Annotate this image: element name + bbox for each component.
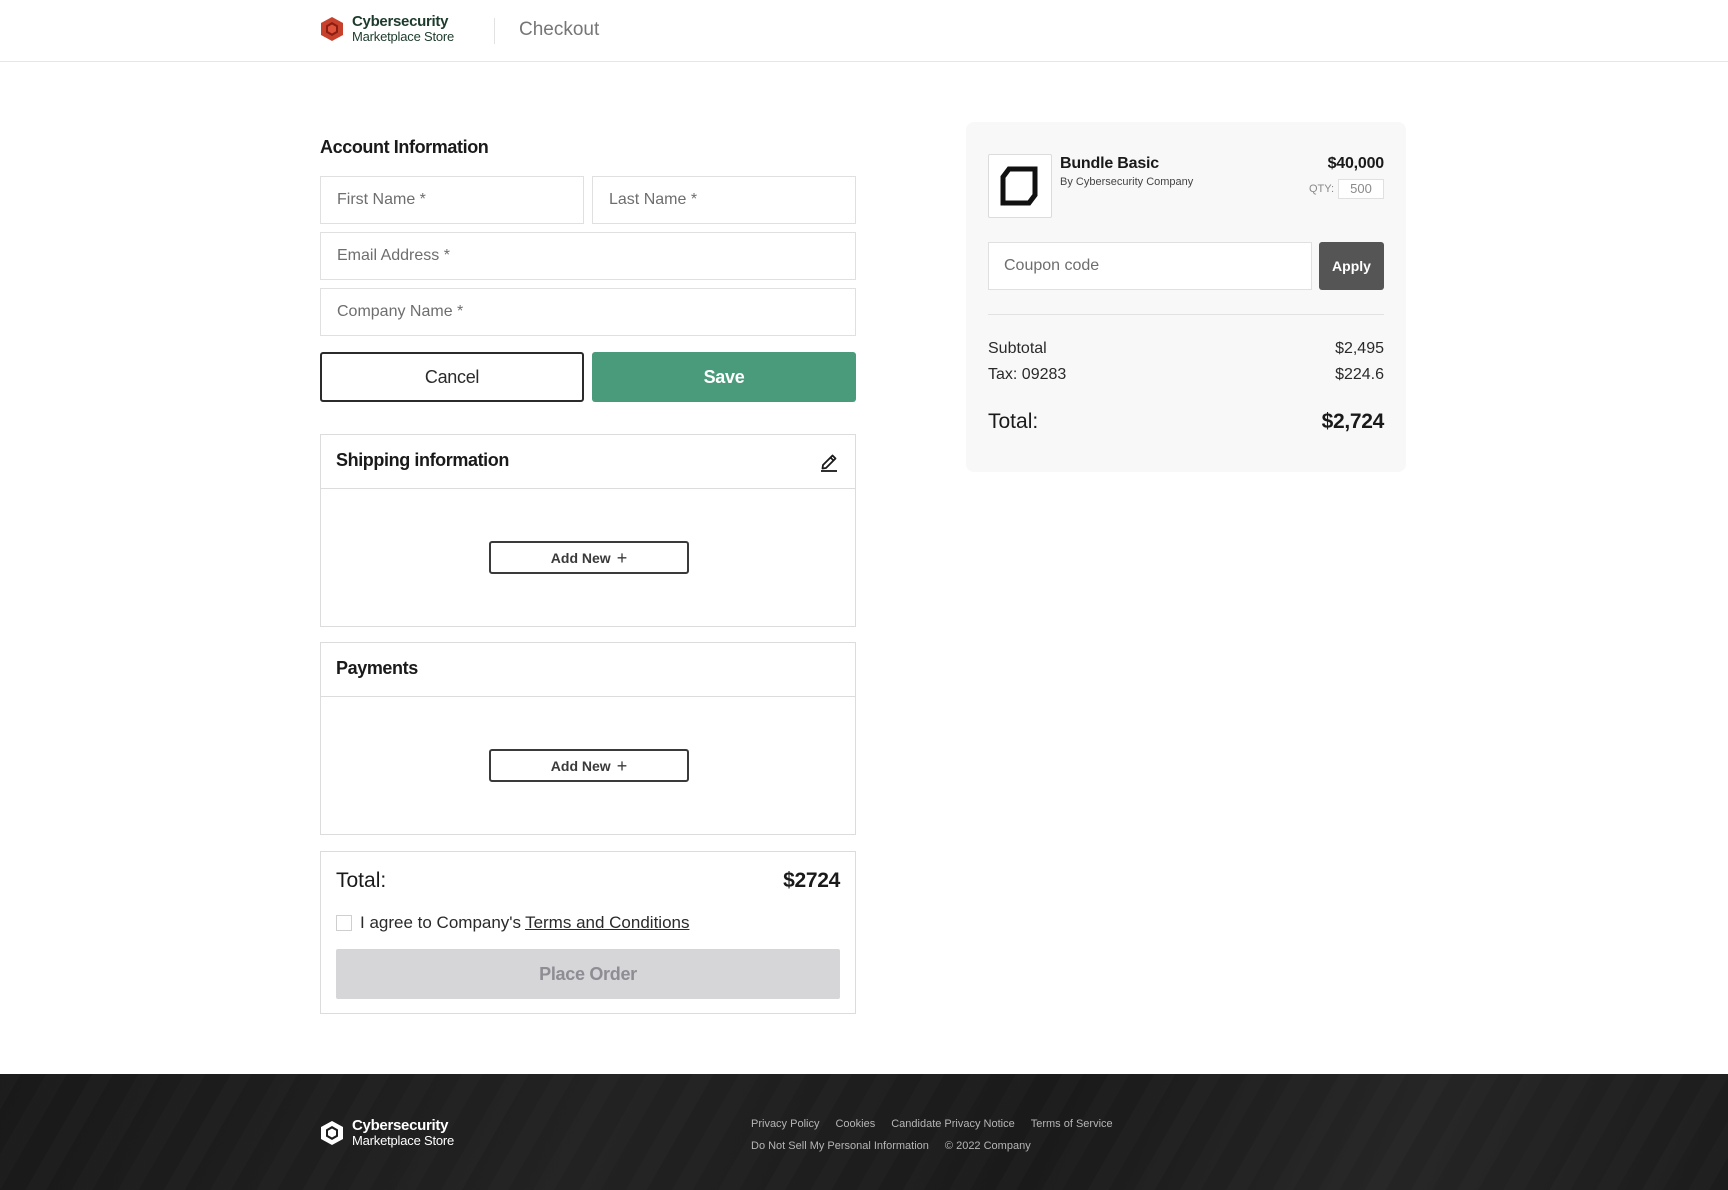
- payments-panel-header: Payments: [321, 643, 855, 697]
- plus-icon: +: [616, 755, 628, 776]
- product-thumbnail: [988, 154, 1052, 218]
- last-name-input[interactable]: [592, 176, 856, 224]
- top-header: Cybersecurity Marketplace Store Checkout: [0, 0, 1728, 62]
- company-name-input[interactable]: [320, 288, 856, 336]
- product-logo-icon: [1000, 166, 1038, 206]
- subtotal-row: Subtotal $2,495: [988, 340, 1384, 358]
- header-brand-logo[interactable]: Cybersecurity Marketplace Store: [320, 14, 454, 44]
- summary-total-value: $2,724: [1321, 410, 1385, 433]
- page-title: Checkout: [519, 19, 600, 40]
- terms-of-service-link[interactable]: Terms of Service: [1031, 1118, 1113, 1130]
- product-price: $40,000: [1327, 155, 1385, 172]
- site-footer: Cybersecurity Marketplace Store Privacy …: [0, 1074, 1728, 1190]
- summary-divider: [988, 314, 1384, 315]
- email-input[interactable]: [320, 232, 856, 280]
- add-shipping-label: Add New: [550, 549, 611, 566]
- copyright: © 2022 Company: [944, 1140, 1031, 1152]
- terms-agreement: I agree to Company's Terms and Condition…: [336, 913, 689, 933]
- footer-links: Privacy Policy Cookies Candidate Privacy…: [751, 1113, 1129, 1157]
- tax-row: Tax: 09283 $224.6: [988, 366, 1384, 384]
- footer-brand-subname: Marketplace Store: [352, 1133, 455, 1148]
- product-name: Bundle Basic: [1060, 155, 1159, 172]
- order-total-label: Total:: [336, 869, 387, 892]
- hexagon-logo-icon: [321, 1121, 343, 1145]
- coupon-input[interactable]: [988, 242, 1312, 290]
- account-section-title: Account Information: [320, 137, 489, 157]
- tax-value: $224.6: [1335, 366, 1384, 383]
- add-payment-button[interactable]: Add New +: [489, 749, 689, 782]
- pencil-icon[interactable]: [819, 450, 839, 472]
- place-order-button[interactable]: Place Order: [336, 949, 840, 999]
- terms-link[interactable]: Terms and Conditions: [525, 913, 689, 933]
- shipping-panel: Shipping information Add New +: [320, 434, 856, 627]
- order-summary-card: Bundle Basic By Cybersecurity Company $4…: [966, 122, 1406, 472]
- brand-name: Cybersecurity: [352, 13, 449, 30]
- hexagon-logo-icon: [321, 17, 343, 41]
- footer-brand-name: Cybersecurity: [352, 1117, 449, 1134]
- subtotal-label: Subtotal: [988, 340, 1047, 357]
- cookies-link[interactable]: Cookies: [835, 1118, 875, 1130]
- footer-brand-logo[interactable]: Cybersecurity Marketplace Store: [320, 1118, 454, 1148]
- add-payment-label: Add New: [550, 757, 611, 774]
- cancel-button[interactable]: Cancel: [320, 352, 584, 402]
- summary-total-label: Total:: [988, 410, 1039, 433]
- candidate-privacy-link[interactable]: Candidate Privacy Notice: [891, 1118, 1015, 1130]
- qty-label: QTY:: [1308, 183, 1334, 195]
- order-total-panel: Total: $2724 I agree to Company's Terms …: [320, 851, 856, 1014]
- brand-subname: Marketplace Store: [352, 29, 455, 44]
- tax-label: Tax: 09283: [988, 366, 1067, 383]
- save-button[interactable]: Save: [592, 352, 856, 402]
- do-not-sell-link[interactable]: Do Not Sell My Personal Information: [751, 1140, 929, 1152]
- first-name-input[interactable]: [320, 176, 584, 224]
- product-vendor: By Cybersecurity Company: [1060, 176, 1194, 188]
- subtotal-value: $2,495: [1335, 340, 1384, 357]
- payments-title: Payments: [336, 658, 418, 678]
- header-divider: [494, 18, 495, 44]
- agree-text: I agree to Company's: [360, 913, 522, 932]
- terms-checkbox[interactable]: [336, 915, 352, 931]
- apply-coupon-button[interactable]: Apply: [1319, 242, 1384, 290]
- order-total-value: $2724: [783, 869, 840, 892]
- plus-icon: +: [616, 547, 628, 568]
- payments-panel: Payments Add New +: [320, 642, 856, 835]
- shipping-title: Shipping information: [336, 450, 509, 470]
- quantity-group: QTY: 500: [1309, 179, 1384, 199]
- add-shipping-button[interactable]: Add New +: [489, 541, 689, 574]
- qty-field[interactable]: 500: [1338, 179, 1384, 199]
- shipping-panel-header: Shipping information: [321, 435, 855, 489]
- summary-total-row: Total: $2,724: [988, 410, 1384, 434]
- privacy-policy-link[interactable]: Privacy Policy: [751, 1118, 819, 1130]
